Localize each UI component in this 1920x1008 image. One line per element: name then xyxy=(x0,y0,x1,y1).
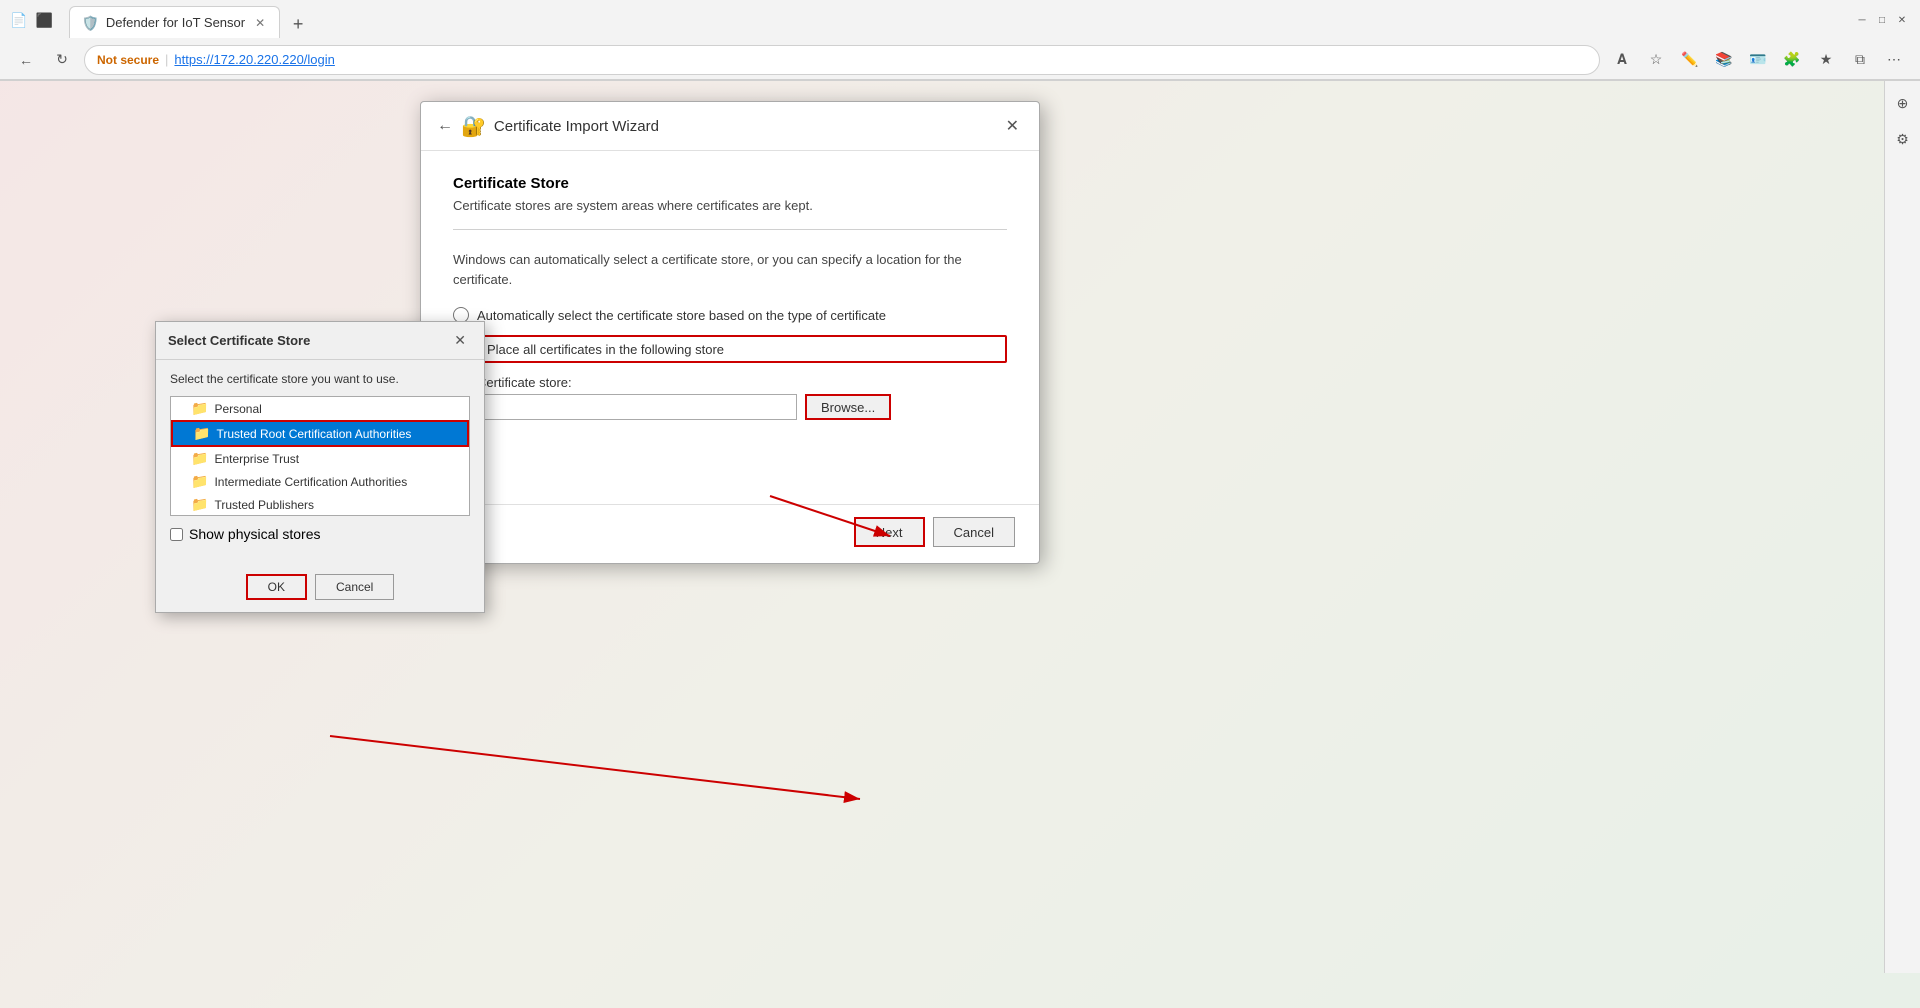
new-tab-button[interactable]: + xyxy=(284,10,312,38)
tab-favicon: 🛡️ xyxy=(82,15,98,31)
star-button[interactable]: ★ xyxy=(1812,46,1840,74)
minimize-button[interactable]: ─ xyxy=(1854,12,1870,28)
dialog-desc: Select the certificate store you want to… xyxy=(170,372,470,386)
wizard-section-title: Certificate Store xyxy=(453,175,1007,192)
next-button[interactable]: Next xyxy=(854,517,925,547)
tab-close-button[interactable]: ✕ xyxy=(253,14,267,32)
collections-button[interactable]: 📚 xyxy=(1710,46,1738,74)
browse-button[interactable]: Browse... xyxy=(805,394,891,420)
radio-place-option: Place all certificates in the following … xyxy=(453,335,1007,363)
sidebar-settings-button[interactable]: ⚙ xyxy=(1889,125,1917,153)
wizard-titlebar: ← 🔐 Certificate Import Wizard ✕ xyxy=(421,102,1039,151)
dialog-title: Select Certificate Store xyxy=(168,333,310,348)
read-aloud-button[interactable]: 𝐀 xyxy=(1608,46,1636,74)
store-item-trusted-root[interactable]: 📁 Trusted Root Certification Authorities xyxy=(171,420,469,447)
browser-tab[interactable]: 🛡️ Defender for IoT Sensor ✕ xyxy=(69,6,280,38)
dialog-footer: OK Cancel xyxy=(156,566,484,612)
store-list[interactable]: 📁 Personal 📁 Trusted Root Certification … xyxy=(170,396,470,516)
folder-icon: 📁 xyxy=(191,496,208,513)
sidebar-add-button[interactable]: ⊕ xyxy=(1889,89,1917,117)
wizard-footer: Next Cancel xyxy=(421,504,1039,563)
extensions-button[interactable]: 🧩 xyxy=(1778,46,1806,74)
title-bar: 📄 ⬛ 🛡️ Defender for IoT Sensor ✕ + ─ □ ✕ xyxy=(0,0,1920,40)
wizard-close-button[interactable]: ✕ xyxy=(1002,112,1023,140)
browser-chrome: 📄 ⬛ 🛡️ Defender for IoT Sensor ✕ + ─ □ ✕… xyxy=(0,0,1920,81)
dialog-close-button[interactable]: ✕ xyxy=(448,330,472,351)
wizard-title: Certificate Import Wizard xyxy=(494,118,659,135)
favorites-button[interactable]: ☆ xyxy=(1642,46,1670,74)
address-separator: | xyxy=(165,52,168,67)
store-item-enterprise-trust[interactable]: 📁 Enterprise Trust xyxy=(171,447,469,470)
address-url[interactable]: https://172.20.220.220/login xyxy=(174,52,334,67)
wizard-body: Certificate Store Certificate stores are… xyxy=(421,151,1039,444)
window-controls-left: 📄 ⬛ xyxy=(10,12,53,29)
page-content: ← 🔐 Certificate Import Wizard ✕ Certific… xyxy=(0,81,1920,973)
cert-store-input-row: Browse... xyxy=(477,394,1007,420)
cancel-wizard-button[interactable]: Cancel xyxy=(933,517,1015,547)
cert-store-label: Certificate store: xyxy=(477,375,1007,390)
radio-place-label: Place all certificates in the following … xyxy=(487,342,724,357)
address-input[interactable]: Not secure | https://172.20.220.220/logi… xyxy=(84,45,1600,75)
folder-icon: 📁 xyxy=(191,400,208,417)
store-item-label: Trusted Root Certification Authorities xyxy=(216,427,411,441)
dialog-body: Select the certificate store you want to… xyxy=(156,360,484,566)
cert-store-section: Certificate store: Browse... xyxy=(453,375,1007,420)
wizard-back-button[interactable]: ← xyxy=(437,117,453,135)
address-bar: ← ↻ Not secure | https://172.20.220.220/… xyxy=(0,40,1920,80)
wizard-section-desc: Certificate stores are system areas wher… xyxy=(453,198,1007,213)
folder-icon: 📁 xyxy=(193,425,210,442)
store-item-intermediate[interactable]: 📁 Intermediate Certification Authorities xyxy=(171,470,469,493)
show-physical-checkbox[interactable] xyxy=(170,528,183,541)
edit-button[interactable]: ✏️ xyxy=(1676,46,1704,74)
wallet-button[interactable]: 🪪 xyxy=(1744,46,1772,74)
wizard-description: Windows can automatically select a certi… xyxy=(453,250,1007,289)
maximize-button[interactable]: □ xyxy=(1874,12,1890,28)
show-physical-label: Show physical stores xyxy=(189,526,321,542)
tab-title: Defender for IoT Sensor xyxy=(106,15,245,30)
close-window-button[interactable]: ✕ xyxy=(1894,12,1910,28)
tabs-bar: 🛡️ Defender for IoT Sensor ✕ + xyxy=(61,2,320,38)
dialog-titlebar: Select Certificate Store ✕ xyxy=(156,322,484,360)
menu-button[interactable]: ⋯ xyxy=(1880,46,1908,74)
tabs-button[interactable]: ⧉ xyxy=(1846,46,1874,74)
show-physical-row: Show physical stores xyxy=(170,526,470,542)
wizard-icon: 🔐 xyxy=(461,114,486,139)
select-cert-store-dialog: Select Certificate Store ✕ Select the ce… xyxy=(155,321,485,613)
cancel-dialog-button[interactable]: Cancel xyxy=(315,574,394,600)
store-item-label: Trusted Publishers xyxy=(214,498,314,512)
reload-button[interactable]: ↻ xyxy=(48,46,76,74)
radio-auto-option: Automatically select the certificate sto… xyxy=(453,307,1007,323)
toolbar-icons: 𝐀 ☆ ✏️ 📚 🪪 🧩 ★ ⧉ ⋯ xyxy=(1608,46,1908,74)
store-item-label: Personal xyxy=(214,402,261,416)
folder-icon: 📁 xyxy=(191,450,208,467)
ok-button[interactable]: OK xyxy=(246,574,307,600)
radio-auto-label: Automatically select the certificate sto… xyxy=(477,308,886,323)
cert-store-input[interactable] xyxy=(477,394,797,420)
wizard-titlebar-left: ← 🔐 Certificate Import Wizard xyxy=(437,114,659,139)
back-button[interactable]: ← xyxy=(12,46,40,74)
store-item-label: Intermediate Certification Authorities xyxy=(214,475,407,489)
store-item-trusted-publishers[interactable]: 📁 Trusted Publishers xyxy=(171,493,469,516)
folder-icon: 📁 xyxy=(191,473,208,490)
store-item-personal[interactable]: 📁 Personal xyxy=(171,397,469,420)
wizard-divider xyxy=(453,229,1007,230)
security-warning: Not secure xyxy=(97,53,159,67)
browser-sidebar: ⊕ ⚙ xyxy=(1884,81,1920,973)
store-item-label: Enterprise Trust xyxy=(214,452,299,466)
certificate-import-wizard: ← 🔐 Certificate Import Wizard ✕ Certific… xyxy=(420,101,1040,564)
